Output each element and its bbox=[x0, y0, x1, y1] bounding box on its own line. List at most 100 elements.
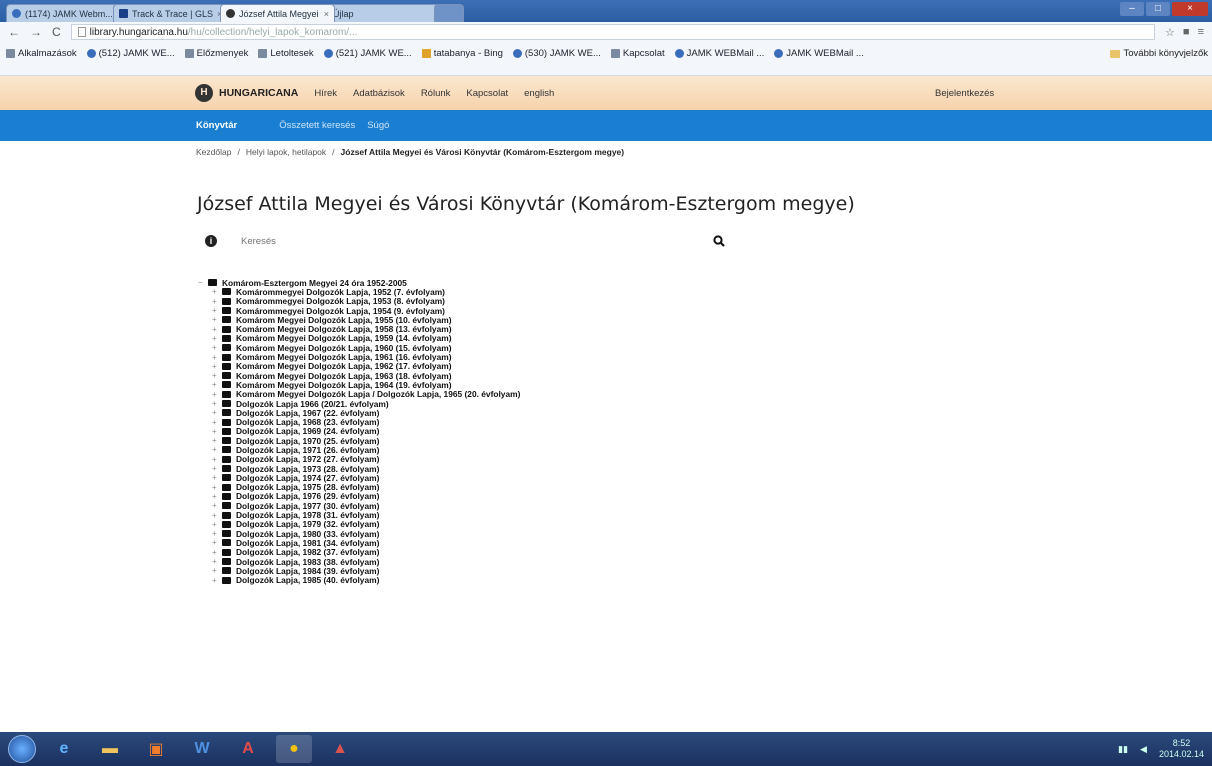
tree-node-root[interactable]: − Komárom-Esztergom Megyei 24 óra 1952-2… bbox=[198, 278, 520, 288]
close-window-icon[interactable]: × bbox=[1172, 2, 1208, 16]
advanced-search-link[interactable]: Összetett keresés bbox=[279, 120, 355, 131]
tree-node[interactable]: + Komárom Megyei Dolgozók Lapja, 1961 (16… bbox=[198, 352, 520, 362]
bookmark-item[interactable]: (521) JAMK WE... bbox=[323, 48, 412, 59]
expand-icon[interactable]: + bbox=[212, 287, 222, 296]
expand-icon[interactable]: + bbox=[212, 557, 222, 566]
expand-icon[interactable]: + bbox=[212, 306, 222, 315]
tree-node[interactable]: + Komárom Megyei Dolgozók Lapja, 1955 (10… bbox=[198, 315, 520, 325]
expand-icon[interactable]: + bbox=[212, 501, 222, 510]
expand-icon[interactable]: + bbox=[212, 529, 222, 538]
browser-tab-active[interactable]: József Attila Megyei × bbox=[220, 4, 335, 22]
tree-node[interactable]: + Dolgozók Lapja, 1967 (22. évfolyam) bbox=[198, 408, 520, 418]
address-bar[interactable]: library.hungaricana.hu/hu/collection/hel… bbox=[70, 24, 1156, 40]
tree-node[interactable]: + Dolgozók Lapja, 1969 (24. évfolyam) bbox=[198, 426, 520, 436]
expand-icon[interactable]: + bbox=[212, 520, 222, 529]
search-input[interactable] bbox=[241, 235, 681, 247]
back-arrow-icon[interactable]: ← bbox=[8, 25, 20, 39]
expand-icon[interactable]: + bbox=[212, 576, 222, 585]
other-bookmarks[interactable]: További könyvjelzők bbox=[1109, 48, 1208, 59]
tree-node[interactable]: + Dolgozók Lapja, 1973 (28. évfolyam) bbox=[198, 464, 520, 474]
tree-node[interactable]: + Dolgozók Lapja, 1976 (29. évfolyam) bbox=[198, 491, 520, 501]
tree-node[interactable]: + Dolgozók Lapja, 1980 (33. évfolyam) bbox=[198, 529, 520, 539]
menu-item-adatbazisok[interactable]: Adatbázisok bbox=[353, 88, 405, 99]
help-link[interactable]: Súgó bbox=[367, 120, 389, 131]
forward-arrow-icon[interactable]: → bbox=[30, 25, 42, 39]
tree-node[interactable]: + Dolgozók Lapja, 1971 (26. évfolyam) bbox=[198, 445, 520, 455]
section-home-link[interactable]: Könyvtár bbox=[196, 120, 237, 131]
expand-icon[interactable]: + bbox=[212, 548, 222, 557]
expand-icon[interactable]: + bbox=[212, 566, 222, 575]
tree-node[interactable]: + Komárommegyei Dolgozók Lapja, 1954 (9. … bbox=[198, 306, 520, 316]
file-explorer-icon[interactable]: ▬ bbox=[92, 735, 128, 763]
ie-icon[interactable]: e bbox=[46, 735, 82, 763]
tree-node[interactable]: + Dolgozók Lapja, 1981 (34. évfolyam) bbox=[198, 538, 520, 548]
clock[interactable]: 8:52 2014.02.14 bbox=[1159, 738, 1204, 760]
expand-icon[interactable]: + bbox=[212, 538, 222, 547]
acrobat-icon[interactable]: A bbox=[230, 735, 266, 763]
browser-tab[interactable]: Track & Trace | GLS× bbox=[113, 4, 228, 22]
tree-node[interactable]: + Komárommegyei Dolgozók Lapja, 1952 (7. … bbox=[198, 287, 520, 297]
minimize-icon[interactable]: – bbox=[1120, 2, 1144, 16]
expand-icon[interactable]: + bbox=[212, 408, 222, 417]
tree-node[interactable]: + Dolgozók Lapja, 1970 (25. évfolyam) bbox=[198, 436, 520, 446]
bookmark-item[interactable]: (512) JAMK WE... bbox=[86, 48, 175, 59]
expand-icon[interactable]: + bbox=[212, 492, 222, 501]
breadcrumb-collection[interactable]: Helyi lapok, hetilapok bbox=[246, 147, 326, 157]
expand-icon[interactable]: + bbox=[212, 325, 222, 334]
search-icon[interactable] bbox=[711, 233, 727, 249]
expand-icon[interactable]: + bbox=[212, 362, 222, 371]
tree-node[interactable]: + Dolgozók Lapja, 1979 (32. évfolyam) bbox=[198, 519, 520, 529]
tree-node[interactable]: + Dolgozók Lapja, 1975 (28. évfolyam) bbox=[198, 482, 520, 492]
expand-icon[interactable]: + bbox=[212, 511, 222, 520]
tree-node[interactable]: + Komárommegyei Dolgozók Lapja, 1953 (8. … bbox=[198, 296, 520, 306]
close-tab-icon[interactable]: × bbox=[324, 9, 329, 19]
tree-node[interactable]: + Dolgozók Lapja, 1985 (40. évfolyam) bbox=[198, 575, 520, 585]
bookmark-item[interactable]: JAMK WEBMail ... bbox=[774, 48, 864, 59]
bookmark-item[interactable]: Alkalmazások bbox=[6, 48, 77, 59]
outlook-icon[interactable]: ▣ bbox=[138, 735, 174, 763]
expand-icon[interactable]: + bbox=[212, 483, 222, 492]
tree-node[interactable]: + Dolgozók Lapja, 1984 (39. évfolyam) bbox=[198, 566, 520, 576]
tree-node[interactable]: + Komárom Megyei Dolgozók Lapja / Dolgozó… bbox=[198, 389, 520, 399]
bookmark-item[interactable]: (530) JAMK WE... bbox=[512, 48, 601, 59]
expand-icon[interactable]: + bbox=[212, 427, 222, 436]
bookmark-item[interactable]: tatabanya - Bing bbox=[421, 48, 503, 59]
new-tab-button[interactable] bbox=[434, 4, 464, 22]
maximize-icon[interactable]: □ bbox=[1146, 2, 1170, 16]
tree-node[interactable]: + Dolgozók Lapja, 1972 (27. évfolyam) bbox=[198, 454, 520, 464]
breadcrumb-home[interactable]: Kezdőlap bbox=[196, 147, 231, 157]
tree-node[interactable]: + Dolgozók Lapja, 1978 (31. évfolyam) bbox=[198, 510, 520, 520]
expand-icon[interactable]: + bbox=[212, 343, 222, 352]
bookmark-item[interactable]: JAMK WEBMail ... bbox=[674, 48, 764, 59]
menu-item-kapcsolat[interactable]: Kapcsolat bbox=[466, 88, 508, 99]
expand-icon[interactable]: + bbox=[212, 371, 222, 380]
pdf-icon[interactable]: ▲ bbox=[322, 735, 358, 763]
bookmark-item[interactable]: Előzmenyek bbox=[184, 48, 248, 59]
volume-icon[interactable]: ◀ bbox=[1140, 744, 1147, 755]
expand-icon[interactable]: + bbox=[212, 390, 222, 399]
tree-node[interactable]: + Dolgozók Lapja, 1974 (27. évfolyam) bbox=[198, 473, 520, 483]
expand-icon[interactable]: + bbox=[212, 353, 222, 362]
menu-item-english[interactable]: english bbox=[524, 88, 554, 99]
menu-item-rolunk[interactable]: Rólunk bbox=[421, 88, 451, 99]
browser-tab[interactable]: Újlap bbox=[327, 4, 442, 22]
bookmark-item[interactable]: Letoltesek bbox=[258, 48, 314, 59]
browser-tab[interactable]: (1174) JAMK Webm...× bbox=[6, 4, 121, 22]
tree-node[interactable]: + Komárom Megyei Dolgozók Lapja, 1963 (18… bbox=[198, 371, 520, 381]
windows-start-icon[interactable] bbox=[8, 735, 36, 763]
expand-icon[interactable]: + bbox=[212, 380, 222, 389]
menu-icon[interactable]: ≡ bbox=[1198, 26, 1204, 39]
network-icon[interactable]: ▮▮ bbox=[1118, 744, 1128, 755]
expand-icon[interactable]: + bbox=[212, 418, 222, 427]
tree-node[interactable]: + Dolgozók Lapja 1966 (20/21. évfolyam) bbox=[198, 399, 520, 409]
site-logo[interactable]: H HUNGARICANA bbox=[195, 84, 298, 102]
chrome-icon[interactable]: ● bbox=[276, 735, 312, 763]
collapse-icon[interactable]: − bbox=[198, 278, 208, 287]
star-icon[interactable]: ☆ bbox=[1165, 26, 1175, 39]
expand-icon[interactable]: + bbox=[212, 455, 222, 464]
expand-icon[interactable]: + bbox=[212, 334, 222, 343]
tree-node[interactable]: + Komárom Megyei Dolgozók Lapja, 1960 (15… bbox=[198, 343, 520, 353]
expand-icon[interactable]: + bbox=[212, 445, 222, 454]
menu-item-hirek[interactable]: Hírek bbox=[314, 88, 337, 99]
tree-node[interactable]: + Komárom Megyei Dolgozók Lapja, 1959 (14… bbox=[198, 333, 520, 343]
